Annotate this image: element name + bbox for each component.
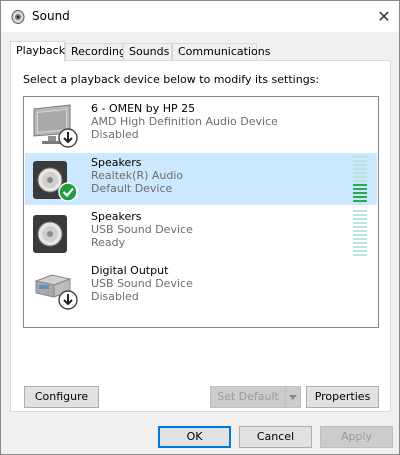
meter-segment bbox=[353, 164, 367, 166]
configure-button[interactable]: Configure bbox=[24, 386, 99, 408]
volume-meter bbox=[353, 210, 367, 256]
tab-communications[interactable]: Communications bbox=[172, 43, 270, 61]
device-item-speakers-usb[interactable]: Speakers USB Sound Device Ready bbox=[25, 207, 377, 259]
device-item-speakers-realtek[interactable]: Speakers Realtek(R) Audio Default Device bbox=[25, 153, 377, 205]
device-driver: USB Sound Device bbox=[91, 277, 193, 290]
meter-segment bbox=[353, 222, 367, 224]
device-name: Digital Output bbox=[91, 264, 169, 277]
meter-segment bbox=[353, 210, 367, 212]
meter-segment bbox=[353, 214, 367, 216]
device-driver: Realtek(R) Audio bbox=[91, 169, 184, 182]
meter-segment bbox=[353, 160, 367, 162]
window-title: Sound bbox=[32, 9, 70, 23]
meter-segment bbox=[353, 234, 367, 236]
close-button[interactable]: ✕ bbox=[369, 1, 399, 32]
chevron-down-icon bbox=[289, 395, 297, 400]
cancel-button[interactable]: Cancel bbox=[239, 426, 312, 448]
meter-segment bbox=[353, 238, 367, 240]
properties-button[interactable]: Properties bbox=[306, 386, 379, 408]
set-default-button[interactable]: Set Default bbox=[210, 386, 286, 408]
device-name: Speakers bbox=[91, 210, 142, 223]
device-driver: USB Sound Device bbox=[91, 223, 193, 236]
meter-segment bbox=[353, 242, 367, 244]
set-default-dropdown[interactable] bbox=[285, 386, 301, 408]
tab-recording[interactable]: Recording bbox=[65, 43, 126, 61]
device-item-omen[interactable]: 6 - OMEN by HP 25 AMD High Definition Au… bbox=[25, 99, 377, 151]
meter-segment bbox=[353, 218, 367, 220]
device-name: 6 - OMEN by HP 25 bbox=[91, 102, 196, 115]
meter-segment bbox=[353, 184, 367, 186]
meter-segment bbox=[353, 230, 367, 232]
device-driver: AMD High Definition Audio Device bbox=[91, 115, 278, 128]
meter-segment bbox=[353, 172, 367, 174]
monitor-icon bbox=[33, 104, 78, 148]
meter-segment bbox=[353, 176, 367, 178]
tab-sounds[interactable]: Sounds bbox=[123, 43, 172, 61]
title-bar: Sound ✕ bbox=[1, 1, 399, 32]
device-name: Speakers bbox=[91, 156, 142, 169]
apply-button[interactable]: Apply bbox=[320, 426, 393, 448]
meter-segment bbox=[353, 254, 367, 256]
speaker-app-icon bbox=[11, 10, 25, 24]
speaker-icon bbox=[33, 215, 67, 253]
device-status: Default Device bbox=[91, 182, 173, 195]
meter-segment bbox=[353, 168, 367, 170]
device-list[interactable]: 6 - OMEN by HP 25 AMD High Definition Au… bbox=[23, 96, 379, 328]
default-check-icon bbox=[58, 182, 78, 202]
device-status: Disabled bbox=[91, 290, 139, 303]
meter-segment bbox=[353, 200, 367, 202]
device-item-digital-output[interactable]: Digital Output USB Sound Device Disabled bbox=[25, 261, 377, 313]
ok-button[interactable]: OK bbox=[158, 426, 231, 448]
device-status: Ready bbox=[91, 236, 126, 249]
disabled-down-arrow-icon bbox=[58, 290, 78, 310]
speaker-icon bbox=[33, 161, 78, 202]
digital-output-icon bbox=[34, 274, 78, 310]
meter-segment bbox=[353, 188, 367, 190]
meter-segment bbox=[353, 192, 367, 194]
volume-meter bbox=[353, 156, 367, 202]
meter-segment bbox=[353, 226, 367, 228]
device-status: Disabled bbox=[91, 128, 139, 141]
meter-segment bbox=[353, 196, 367, 198]
playback-panel: Select a playback device below to modify… bbox=[10, 60, 391, 412]
close-icon: ✕ bbox=[377, 7, 391, 26]
meter-segment bbox=[353, 246, 367, 248]
tab-playback[interactable]: Playback bbox=[10, 41, 65, 62]
meter-segment bbox=[353, 250, 367, 252]
meter-segment bbox=[353, 156, 367, 158]
disabled-down-arrow-icon bbox=[58, 128, 78, 148]
instruction-text: Select a playback device below to modify… bbox=[23, 73, 320, 86]
meter-segment bbox=[353, 180, 367, 182]
sound-dialog: Sound ✕ Playback Recording Sounds Commun… bbox=[0, 0, 400, 455]
